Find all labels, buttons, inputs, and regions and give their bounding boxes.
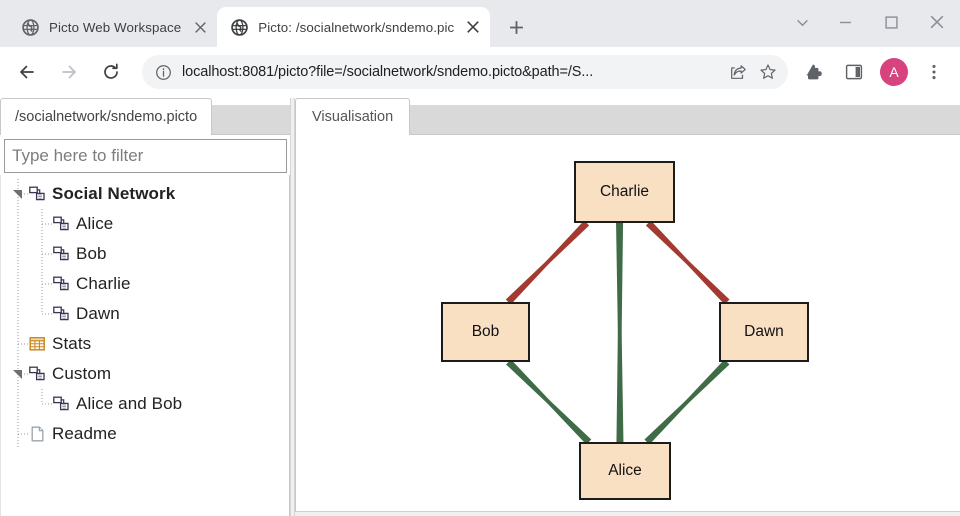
tab-title: Picto Web Workspace bbox=[49, 19, 182, 35]
tree-guide bbox=[5, 269, 53, 299]
tree-item-label: Readme bbox=[52, 424, 117, 443]
tree-guide[interactable] bbox=[5, 179, 29, 209]
avatar[interactable]: A bbox=[880, 58, 908, 86]
minimize-button[interactable] bbox=[822, 0, 868, 44]
tree-item-label: Stats bbox=[52, 334, 92, 353]
tree-guide bbox=[5, 299, 53, 329]
tree-item-bob[interactable]: Bob bbox=[1, 239, 289, 269]
share-icon[interactable] bbox=[724, 58, 752, 86]
tab-file-path-label: /socialnetwork/sndemo.picto bbox=[15, 109, 198, 125]
globe-icon bbox=[231, 18, 249, 36]
maximize-button[interactable] bbox=[868, 0, 914, 44]
tree-item-alice[interactable]: Alice bbox=[1, 209, 289, 239]
diagram-canvas[interactable]: Charlie Bob Dawn Alice bbox=[295, 135, 960, 511]
diagram-node-charlie[interactable]: Charlie bbox=[574, 161, 675, 223]
left-tabbar-filler bbox=[212, 105, 290, 135]
diagram-icon bbox=[53, 276, 70, 292]
tree-guide bbox=[5, 389, 53, 419]
tree-item-label: Alice and Bob bbox=[76, 394, 183, 413]
close-window-button[interactable] bbox=[914, 0, 960, 44]
diagram-icon bbox=[29, 366, 46, 382]
tab-visualisation-label: Visualisation bbox=[312, 109, 394, 125]
tree-item-label: Custom bbox=[52, 364, 112, 383]
diagram-edge-alice-to-dawn[interactable] bbox=[646, 359, 730, 443]
diagram-node-label: Charlie bbox=[599, 183, 650, 200]
info-circle-icon[interactable] bbox=[150, 59, 176, 85]
filter-box[interactable] bbox=[4, 139, 287, 173]
browser-tab-1[interactable]: Picto Web Workspace bbox=[8, 7, 217, 47]
tree-guide bbox=[5, 329, 29, 359]
close-icon[interactable] bbox=[462, 16, 484, 38]
tree-item-alice-and-bob[interactable]: Alice and Bob bbox=[1, 389, 289, 419]
close-icon[interactable] bbox=[189, 16, 211, 38]
extensions-puzzle-icon[interactable] bbox=[798, 56, 830, 88]
browser-tab-2[interactable]: Picto: /socialnetwork/sndemo.pic bbox=[217, 7, 491, 47]
tab-search-chevron-icon[interactable] bbox=[782, 0, 822, 44]
tree-item-dawn[interactable]: Dawn bbox=[1, 299, 289, 329]
window-controls bbox=[782, 0, 960, 44]
diagram-edge-dawn-to-charlie[interactable] bbox=[645, 220, 728, 303]
bottom-bar bbox=[295, 511, 960, 516]
document-icon bbox=[29, 426, 46, 442]
tree-item-label: Alice bbox=[76, 214, 114, 233]
diagram-node-label: Bob bbox=[471, 323, 500, 340]
visualisation-tabbar: Visualisation bbox=[295, 98, 960, 135]
table-icon bbox=[29, 336, 46, 352]
globe-icon bbox=[22, 18, 39, 36]
tree-item-label: Dawn bbox=[76, 304, 120, 323]
tree-item-label: Social Network bbox=[52, 184, 176, 203]
diagram-edge-bob-to-charlie[interactable] bbox=[508, 220, 590, 303]
diagram-icon bbox=[53, 216, 70, 232]
side-panel-icon[interactable] bbox=[838, 56, 870, 88]
left-panel-tabbar: /socialnetwork/sndemo.picto bbox=[0, 98, 290, 135]
tree-guide[interactable] bbox=[5, 359, 29, 389]
diagram-icon bbox=[53, 246, 70, 262]
diagram-icon bbox=[29, 186, 46, 202]
tree-guide bbox=[5, 239, 53, 269]
browser-toolbar: localhost:8081/picto?file=/socialnetwork… bbox=[0, 47, 960, 97]
tree-item-stats[interactable]: Stats bbox=[1, 329, 289, 359]
star-icon[interactable] bbox=[754, 58, 782, 86]
diagram-edge-alice-to-bob[interactable] bbox=[506, 359, 590, 443]
tree-guide bbox=[5, 419, 29, 449]
tree-item-custom[interactable]: Custom bbox=[1, 359, 289, 389]
right-tabbar-filler bbox=[410, 105, 960, 135]
diagram-node-label: Dawn bbox=[744, 323, 784, 340]
diagram-icon bbox=[53, 396, 70, 412]
three-dot-menu-icon[interactable] bbox=[918, 56, 950, 88]
diagram-node-dawn[interactable]: Dawn bbox=[719, 302, 809, 362]
browser-window: Picto Web Workspace Picto: /socialnetwor… bbox=[0, 0, 960, 516]
file-tree[interactable]: Social Network Alice Bob Charlie Dawn Stats Cu… bbox=[0, 175, 290, 516]
diagram-icon bbox=[53, 306, 70, 322]
tree-item-label: Bob bbox=[76, 244, 107, 263]
filter-input[interactable] bbox=[12, 146, 279, 166]
diagram-node-bob[interactable]: Bob bbox=[441, 302, 530, 362]
tree-item-charlie[interactable]: Charlie bbox=[1, 269, 289, 299]
tree-guide bbox=[5, 209, 53, 239]
reload-button[interactable] bbox=[93, 54, 129, 90]
page-content: /socialnetwork/sndemo.picto Social Netwo… bbox=[0, 97, 960, 516]
new-tab-button[interactable] bbox=[500, 11, 532, 43]
diagram-node-label: Alice bbox=[608, 462, 642, 479]
right-panel: Visualisation Charlie Bob Dawn Alice bbox=[295, 98, 960, 516]
back-button[interactable] bbox=[9, 54, 45, 90]
tab-file-path[interactable]: /socialnetwork/sndemo.picto bbox=[0, 98, 213, 135]
tab-strip: Picto Web Workspace Picto: /socialnetwor… bbox=[0, 0, 960, 47]
url-text[interactable]: localhost:8081/picto?file=/socialnetwork… bbox=[182, 64, 722, 80]
forward-button[interactable] bbox=[51, 54, 87, 90]
tree-item-readme[interactable]: Readme bbox=[1, 419, 289, 449]
tree-item-label: Charlie bbox=[76, 274, 131, 293]
tree-item-social-network[interactable]: Social Network bbox=[1, 179, 289, 209]
left-panel: /socialnetwork/sndemo.picto Social Netwo… bbox=[0, 98, 290, 516]
tab-visualisation[interactable]: Visualisation bbox=[295, 98, 411, 135]
address-bar[interactable]: localhost:8081/picto?file=/socialnetwork… bbox=[142, 55, 788, 89]
tab-title: Picto: /socialnetwork/sndemo.pic bbox=[258, 19, 455, 35]
diagram-node-alice[interactable]: Alice bbox=[579, 442, 671, 500]
